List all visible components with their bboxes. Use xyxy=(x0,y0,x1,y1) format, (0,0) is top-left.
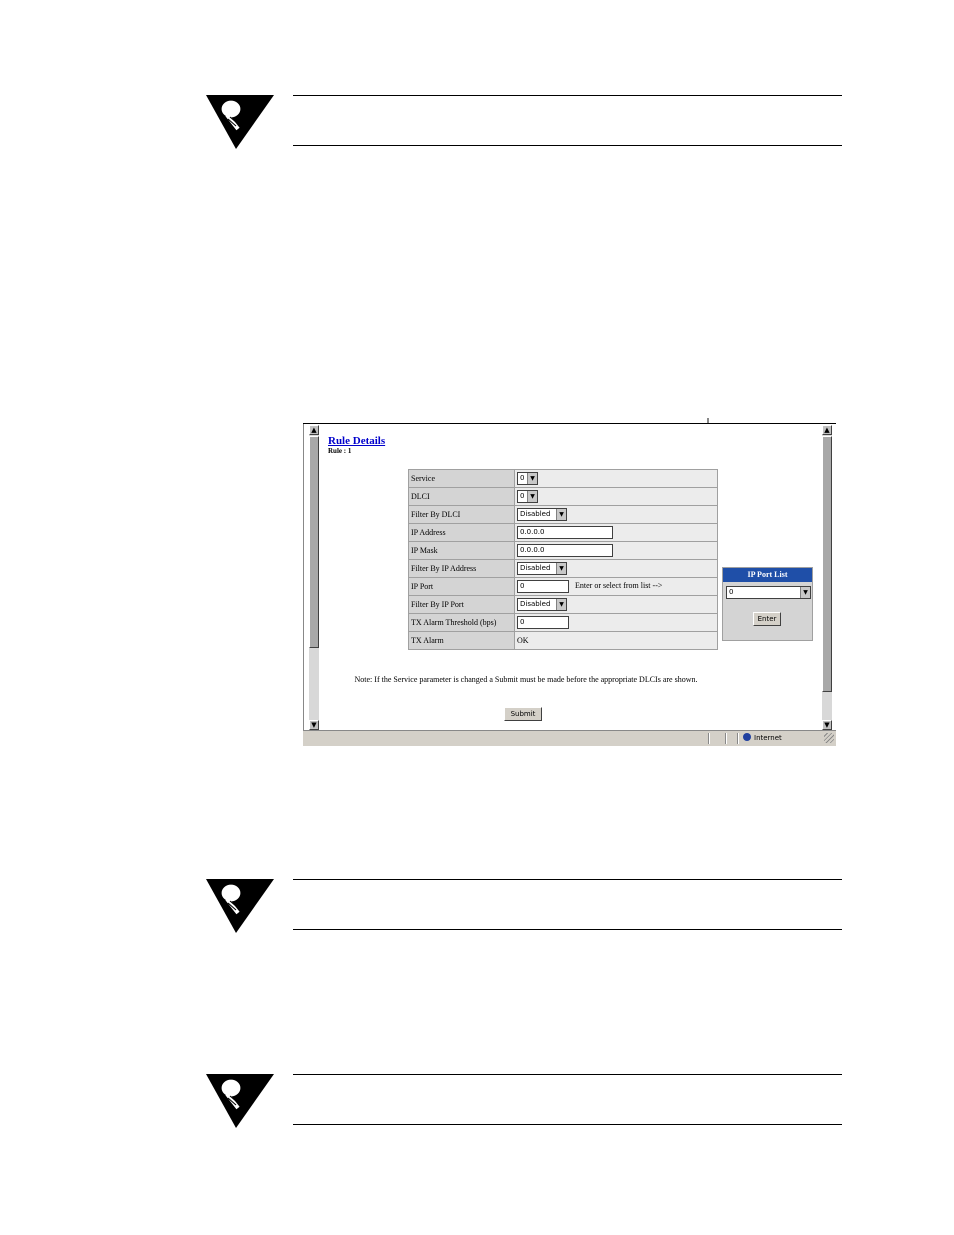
ip-mask-label: IP Mask xyxy=(408,541,515,560)
table-row: TX Alarm OK xyxy=(408,631,718,650)
ip-address-label: IP Address xyxy=(408,523,515,542)
ip-port-label: IP Port xyxy=(408,577,515,596)
service-label: Service xyxy=(408,469,515,488)
lightbulb-tip-icon xyxy=(206,879,274,933)
table-row: IP Mask 0.0.0.0 xyxy=(408,541,718,560)
left-frame-scrollbar[interactable]: ▲ ▼ xyxy=(309,425,319,730)
window-top-border xyxy=(303,423,836,424)
rule-line-top xyxy=(293,95,842,96)
scroll-thumb[interactable] xyxy=(822,436,832,692)
submit-button[interactable]: Submit xyxy=(504,707,542,721)
scroll-down-icon[interactable]: ▼ xyxy=(822,720,832,730)
service-change-note: Note: If the Service parameter is change… xyxy=(354,675,698,684)
scroll-thumb[interactable] xyxy=(309,436,319,648)
browser-status-bar: Internet xyxy=(303,730,836,746)
chevron-down-icon: ▼ xyxy=(556,599,566,610)
globe-icon xyxy=(743,733,751,741)
ip-port-list-title: IP Port List xyxy=(723,568,812,582)
main-scrollbar[interactable]: ▲ ▼ xyxy=(822,425,832,730)
ip-port-input[interactable]: 0 xyxy=(517,580,569,593)
security-zone: Internet xyxy=(743,733,782,744)
rule-line-bottom xyxy=(293,929,842,930)
filter-by-dlci-label: Filter By DLCI xyxy=(408,505,515,524)
filter-by-dlci-select[interactable]: Disabled ▼ xyxy=(517,508,567,521)
rule-form-table: Service 0 ▼ DLCI 0 ▼ Filter By DLCI Disabl… xyxy=(408,469,718,650)
scroll-down-icon[interactable]: ▼ xyxy=(309,720,319,730)
enter-button[interactable]: Enter xyxy=(753,612,781,626)
ip-port-list-select[interactable]: 0 ▼ xyxy=(726,586,811,599)
rule-line-bottom xyxy=(293,145,842,146)
rule-line-top xyxy=(293,879,842,880)
chevron-down-icon: ▼ xyxy=(527,473,537,484)
ip-mask-input[interactable]: 0.0.0.0 xyxy=(517,544,613,557)
scroll-up-icon[interactable]: ▲ xyxy=(822,425,832,435)
table-row: Filter By IP Address Disabled ▼ xyxy=(408,559,718,578)
table-row: Service 0 ▼ xyxy=(408,469,718,488)
dlci-label: DLCI xyxy=(408,487,515,506)
ip-port-list-panel: IP Port List 0 ▼ Enter xyxy=(722,567,813,641)
scroll-up-icon[interactable]: ▲ xyxy=(309,425,319,435)
ip-address-input[interactable]: 0.0.0.0 xyxy=(517,526,613,539)
filter-by-ip-port-select[interactable]: Disabled ▼ xyxy=(517,598,567,611)
table-row: DLCI 0 ▼ xyxy=(408,487,718,506)
table-row: IP Address 0.0.0.0 xyxy=(408,523,718,542)
rule-number: Rule : 1 xyxy=(328,447,352,455)
window-left-frame xyxy=(303,424,308,736)
tx-alarm-label: TX Alarm xyxy=(408,631,515,650)
service-select[interactable]: 0 ▼ xyxy=(517,472,538,485)
filter-by-ip-address-select[interactable]: Disabled ▼ xyxy=(517,562,567,575)
dlci-select[interactable]: 0 ▼ xyxy=(517,490,538,503)
lightbulb-tip-icon xyxy=(206,95,274,149)
tx-alarm-value: OK xyxy=(514,631,718,650)
tx-alarm-threshold-label: TX Alarm Threshold (bps) xyxy=(408,613,515,632)
chevron-down-icon: ▼ xyxy=(556,563,566,574)
tip-note-bottom xyxy=(0,1074,954,1134)
table-row: TX Alarm Threshold (bps) 0 xyxy=(408,613,718,632)
tx-alarm-threshold-input[interactable]: 0 xyxy=(517,616,569,629)
rule-line-top xyxy=(293,1074,842,1075)
chevron-down-icon: ▼ xyxy=(556,509,566,520)
tip-note-middle xyxy=(0,879,954,939)
lightbulb-tip-icon xyxy=(206,1074,274,1128)
tip-note-top xyxy=(0,95,954,155)
status-divider xyxy=(725,733,727,744)
status-divider xyxy=(737,733,739,744)
table-row: IP Port 0 Enter or select from list --> xyxy=(408,577,718,596)
chevron-down-icon: ▼ xyxy=(527,491,537,502)
rule-line-bottom xyxy=(293,1124,842,1125)
filter-by-ip-address-label: Filter By IP Address xyxy=(408,559,515,578)
rule-details-screenshot: ▲ ▼ Rule Details Rule : 1 Service 0 ▼ DLC… xyxy=(303,418,836,746)
ip-port-hint: Enter or select from list --> xyxy=(575,581,663,591)
page-content: Rule Details Rule : 1 Service 0 ▼ DLCI 0 ▼… xyxy=(321,425,821,730)
resize-grip-icon[interactable] xyxy=(824,733,834,743)
chevron-down-icon: ▼ xyxy=(800,587,810,598)
filter-by-ip-port-label: Filter By IP Port xyxy=(408,595,515,614)
status-divider xyxy=(708,733,710,744)
table-row: Filter By IP Port Disabled ▼ xyxy=(408,595,718,614)
rule-details-link[interactable]: Rule Details xyxy=(328,435,385,447)
table-row: Filter By DLCI Disabled ▼ xyxy=(408,505,718,524)
